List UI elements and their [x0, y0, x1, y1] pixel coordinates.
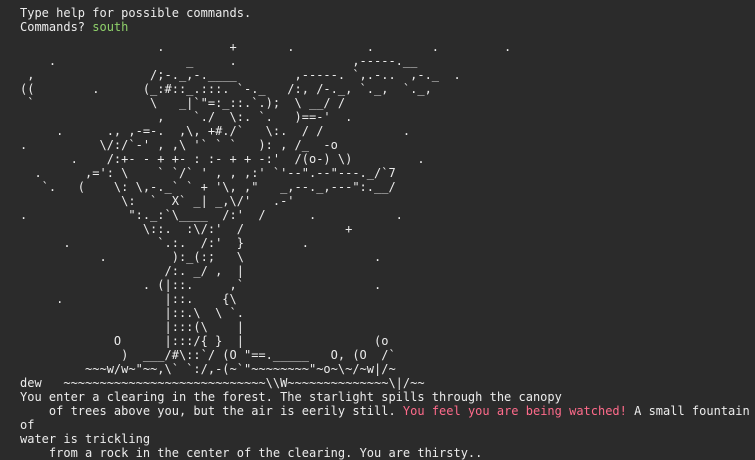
forest-clearing-ascii-art: . + . . . . . _ . ,-----.__ , /;-._,-.__… [20, 40, 512, 376]
command-line: Commands? south [20, 20, 755, 34]
room-description-line-2: of trees above you, but the air is eeril… [20, 404, 755, 432]
help-hint: Type help for possible commands. [20, 6, 252, 20]
command-prompt-label: Commands? [20, 20, 93, 34]
room-description-line-4: from a rock in the center of the clearin… [20, 446, 483, 460]
watched-warning: You feel you are being watched! [402, 404, 627, 418]
user-command-text: south [92, 20, 129, 34]
ascii-art-ground: dew ~~~~~~~~~~~~~~~~~~~~~~~~~~~~\\W~~~~~… [20, 376, 425, 390]
terminal-window[interactable]: Type help for possible commands. Command… [0, 0, 755, 460]
room-description-text: of trees above you, but the air is eeril… [20, 404, 403, 418]
room-description-line-1: You enter a clearing in the forest. The … [20, 390, 562, 404]
room-description-line-3: water is trickling [20, 432, 151, 446]
